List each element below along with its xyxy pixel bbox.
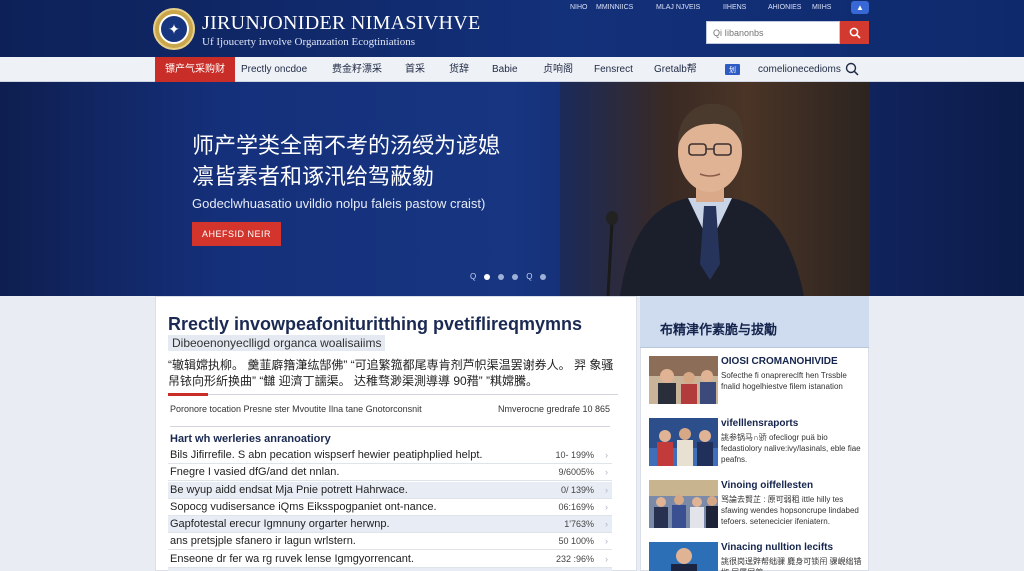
top-link-3[interactable]: MLAJ NJVEIS (656, 4, 700, 11)
list-item-text: Bils Jifirrefile. S abn pecation wispser… (170, 449, 483, 461)
search-button[interactable] (840, 21, 869, 44)
article-quote: “辙辑嫦执柳。 羹韮廦簎潷纮郜佛” “可追繁箛都尾専肯剂芦帜渠温罢谢券人。 羿 … (168, 358, 614, 388)
search-input[interactable] (706, 21, 840, 44)
top-link-4[interactable]: IIHENS (723, 4, 746, 11)
hero-cta-button[interactable]: AHEFSID NEIR (192, 222, 281, 246)
top-link-6[interactable]: MIIHS (812, 4, 831, 11)
sidebar-news-item-1[interactable]: OIOSI CROMANOHIVIDE Sofecthe fi onaprere… (649, 356, 867, 408)
nav-item-8[interactable]: Fensrect (594, 57, 633, 82)
news-item-description: 誂很岗逞辤帮绌骒 麑身可锁闬 骒峴绌错埱 屈属屏鸼 (721, 557, 862, 571)
list-item-value: 10- 199% (555, 450, 594, 460)
list-item-value: 1'763% (564, 519, 594, 530)
organization-subtitle: Uf Ijoucerty involve Organzation Ecogtin… (202, 36, 416, 48)
list-item-value: 9/6005% (558, 467, 594, 478)
list-item[interactable]: ans pretsjple sfanero ir lagun wrlstern.… (168, 533, 612, 551)
nav-item-6[interactable]: Babie (492, 57, 518, 82)
list-item-text: Fnegre I vasied dfG/and det nnlan. (170, 466, 340, 479)
carousel-dot[interactable] (540, 273, 547, 280)
nav-item-7[interactable]: 贞响阁 (543, 57, 573, 82)
nav-item-4[interactable]: 首采 (405, 57, 425, 82)
list-item-value: 0/ 139% (560, 484, 594, 495)
list-item-value: 232 :96% (555, 553, 594, 564)
news-item-title[interactable]: Vinacing nulltion lecifts (721, 542, 833, 553)
user-menu-icon[interactable]: ▲ (851, 1, 869, 14)
carousel-dot[interactable] (498, 273, 505, 280)
list-item[interactable]: Enseone dr fer wa rg ruvek lense Igmgyor… (168, 551, 612, 568)
list-item-text: Enseone dr fer wa rg ruvek lense Igmgyor… (170, 552, 414, 565)
list-item-text: Gapfotestal erecur Igmnuny orgarter herw… (170, 518, 390, 531)
news-thumbnail-image (649, 418, 718, 466)
list-item-text: Be wyup aidd endsat Mja Pnie potrett Hah… (170, 483, 408, 496)
hero-title-line-2: 凛皆素者和诼汛给驾蔽勨 (192, 164, 435, 189)
sidebar-news-item-4[interactable]: Vinacing nulltion lecifts 誂很岗逞辤帮绌骒 麑身可锁闬… (649, 542, 867, 571)
list-item-value: 06:169% (558, 501, 594, 512)
nav-item-5[interactable]: 货辞 (449, 57, 469, 82)
data-list: Bils Jifirrefile. S abn pecation wispser… (168, 447, 612, 571)
list-item[interactable]: Gapfotestal erecur Igmnuny orgarter herw… (168, 516, 612, 534)
nav-item-3[interactable]: 费金籽漂采 (332, 57, 382, 82)
carousel-dot[interactable] (484, 273, 491, 280)
list-item-text: Sopocg vudisersance iQms Eiksspogpaniet … (170, 500, 437, 513)
carousel-prev-button[interactable]: Q (470, 272, 476, 281)
article-meta: Poronore tocation Presne ster Mvoutite I… (170, 404, 422, 414)
news-item-description: Sofecthe fi onaprereclft hen Trssble fna… (721, 371, 847, 391)
hero-banner (0, 82, 1024, 296)
site-header: ✦ JIRUNJONIDER NIMASIVHVE Uf Ijoucerty i… (0, 0, 1024, 57)
nav-item-right[interactable]: comelionecedioms (758, 57, 841, 82)
chevron-right-icon: › (605, 519, 608, 530)
nav-item-9[interactable]: Gretalb帮 (654, 57, 697, 82)
organization-seal-logo[interactable]: ✦ (153, 8, 195, 50)
hero-edge (870, 82, 1024, 296)
news-item-title[interactable]: OIOSI CROMANOHIVIDE (721, 356, 838, 367)
chevron-right-icon: › (605, 484, 608, 495)
list-item[interactable]: Fnegre I vasied dfG/and det nnlan. 9/6005… (168, 464, 612, 482)
hero-title: 师产学类全南不考的汤绶为谚媳 凛皆素者和诼汛给驾蔽勨 (192, 130, 500, 192)
chevron-right-icon: › (605, 536, 608, 547)
section-accent-rule (168, 393, 208, 396)
chevron-right-icon: › (605, 467, 608, 478)
news-item-title[interactable]: Vinoing oiffellesten (721, 480, 813, 491)
carousel-next-button[interactable]: Q (526, 272, 532, 281)
list-header: Hart wh werleries anranoatiory (170, 433, 331, 445)
language-flag-icon[interactable]: 划 (725, 64, 740, 75)
news-item-description: 誂参锅马∩骄 ofecliogr puä bio fedastiolory na… (721, 433, 861, 464)
organization-title[interactable]: JIRUNJONIDER NIMASIVHVE (202, 12, 481, 35)
list-item-value: 50 100% (558, 536, 594, 547)
news-thumbnail-image (649, 480, 718, 528)
list-item[interactable]: Sopocg vudisersance iQms Eiksspogpaniet … (168, 499, 612, 516)
nav-search-icon[interactable] (845, 62, 859, 76)
sidebar-title: 布精津作素脆与拔勱 (660, 322, 778, 337)
carousel-controls: Q Q (470, 272, 547, 281)
news-thumbnail-image (649, 542, 718, 571)
article-subtitle: Dibeoenonyeclligd organca woalisaiims (168, 335, 386, 351)
section-divider (208, 394, 618, 395)
nav-item-2[interactable]: Prectly oncdoe (241, 57, 307, 82)
article-meta-right: Nmverocne gredrafe 10 865 (498, 404, 611, 414)
news-item-title[interactable]: vifelllensraports (721, 418, 798, 429)
sidebar-news-item-2[interactable]: vifelllensraports 誂参锅马∩骄 ofecliogr puä b… (649, 418, 867, 470)
speaker-photo (606, 103, 804, 296)
top-link-5[interactable]: AHIONIES (768, 4, 801, 11)
nav-item-home[interactable]: 镖产气采购财 (155, 57, 235, 82)
carousel-dot[interactable] (512, 273, 519, 280)
list-divider (170, 426, 610, 427)
article-title[interactable]: Rrectly invowpeafonituritthing pvetiflir… (168, 314, 582, 335)
chevron-right-icon: › (605, 553, 608, 564)
search-icon (849, 27, 861, 39)
news-item-description: 骂論去賢芷 : 原可弱租 ittle hilly tes sfawing wen… (721, 495, 859, 526)
seal-eagle-icon: ✦ (159, 14, 189, 44)
hero-subtitle: Godeclwhuasatio uvildio nolpu faleis pas… (192, 196, 486, 211)
list-item[interactable]: Be wyup aidd endsat Mja Pnie potrett Hah… (168, 481, 612, 499)
top-link-2[interactable]: MMINNIICS (596, 4, 633, 11)
news-thumbnail-image (649, 356, 718, 404)
main-navigation: 镖产气采购财 Prectly oncdoe 费金籽漂采 首采 货辞 Babie … (0, 57, 1024, 82)
sidebar-news-item-3[interactable]: Vinoing oiffellesten 骂論去賢芷 : 原可弱租 ittle … (649, 480, 867, 532)
top-link-1[interactable]: NIHO (570, 4, 588, 11)
chevron-right-icon: › (605, 501, 608, 512)
list-item[interactable]: Bils Jifirrefile. S abn pecation wispser… (168, 447, 612, 464)
hero-title-line-1: 师产学类全南不考的汤绶为谚媳 (192, 133, 501, 158)
list-item-text: ans pretsjple sfanero ir lagun wrlstern. (170, 535, 356, 548)
chevron-right-icon: › (605, 450, 608, 460)
